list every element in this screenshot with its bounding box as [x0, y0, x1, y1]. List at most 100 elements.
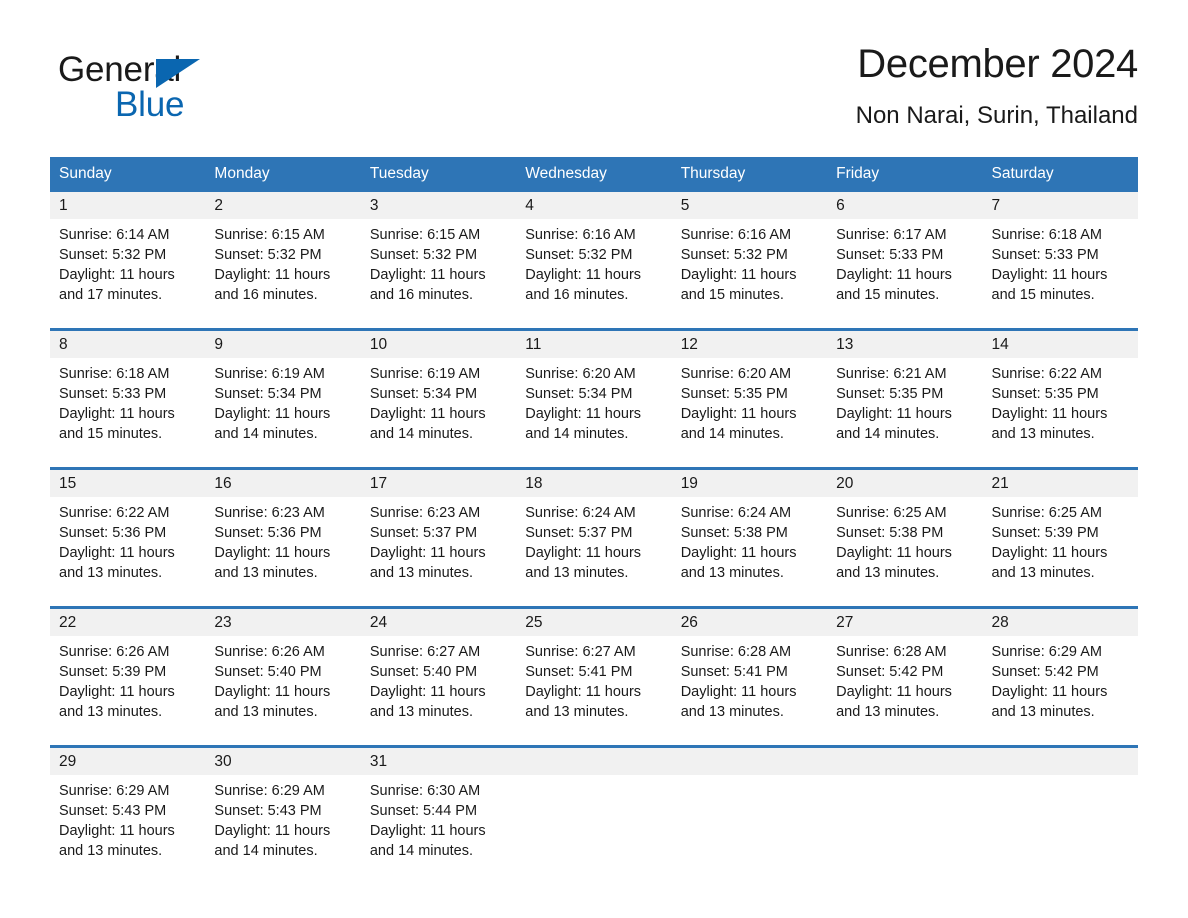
day-cell-number[interactable]: 29 — [50, 748, 206, 775]
day-cell-details[interactable]: Sunrise: 6:23 AM Sunset: 5:36 PM Dayligh… — [205, 497, 361, 606]
daylight-text-line2: and 14 minutes. — [836, 426, 940, 442]
day-cell-details[interactable]: Sunrise: 6:14 AM Sunset: 5:32 PM Dayligh… — [50, 219, 206, 328]
daylight-text-line1: Daylight: 11 hours — [369, 267, 486, 283]
page-subtitle: Non Narai, Surin, Thailand — [855, 102, 1138, 129]
daylight-text-line2: and 13 minutes. — [680, 704, 784, 720]
weekday-header-friday: Friday — [827, 157, 983, 192]
day-cell-details[interactable]: Sunrise: 6:29 AM Sunset: 5:43 PM Dayligh… — [205, 775, 361, 884]
day-cell-details[interactable]: Sunrise: 6:17 AM Sunset: 5:33 PM Dayligh… — [827, 219, 983, 328]
day-cell-number[interactable]: 5 — [671, 192, 828, 219]
day-cell-number[interactable]: 23 — [205, 609, 361, 636]
day-cell-details[interactable]: Sunrise: 6:24 AM Sunset: 5:38 PM Dayligh… — [671, 497, 828, 606]
day-cell-number[interactable]: 27 — [827, 609, 983, 636]
sunset-text: Sunset: 5:39 PM — [59, 664, 167, 680]
day-cell-number[interactable]: 26 — [671, 609, 828, 636]
day-cell-details[interactable]: Sunrise: 6:23 AM Sunset: 5:37 PM Dayligh… — [360, 497, 517, 606]
day-cell-number[interactable]: 17 — [360, 470, 517, 497]
daylight-text-line2: and 13 minutes. — [836, 704, 940, 720]
day-cell-empty — [516, 748, 672, 775]
sunrise-text: Sunrise: 6:24 AM — [525, 505, 636, 521]
day-cell-number[interactable]: 3 — [360, 192, 517, 219]
day-cell-details[interactable]: Sunrise: 6:25 AM Sunset: 5:38 PM Dayligh… — [827, 497, 983, 606]
daylight-text-line1: Daylight: 11 hours — [836, 545, 952, 561]
daylight-text-line2: and 14 minutes. — [214, 843, 318, 859]
day-cell-details[interactable]: Sunrise: 6:28 AM Sunset: 5:42 PM Dayligh… — [827, 636, 983, 745]
day-cell-details[interactable]: Sunrise: 6:18 AM Sunset: 5:33 PM Dayligh… — [50, 358, 206, 467]
day-cell-number[interactable]: 19 — [671, 470, 828, 497]
sunset-text: Sunset: 5:34 PM — [369, 386, 478, 402]
sunset-text: Sunset: 5:34 PM — [525, 386, 633, 402]
day-cell-number[interactable]: 22 — [50, 609, 206, 636]
day-cell-details[interactable]: Sunrise: 6:19 AM Sunset: 5:34 PM Dayligh… — [205, 358, 361, 467]
day-cell-number[interactable]: 2 — [205, 192, 361, 219]
sunrise-text: Sunrise: 6:20 AM — [680, 366, 792, 382]
daylight-text-line2: and 16 minutes. — [214, 287, 318, 303]
daylight-text-line1: Daylight: 11 hours — [214, 406, 331, 422]
day-cell-number[interactable]: 24 — [360, 609, 517, 636]
day-cell-details[interactable]: Sunrise: 6:29 AM Sunset: 5:42 PM Dayligh… — [982, 636, 1138, 745]
daylight-text-line2: and 13 minutes. — [836, 565, 940, 581]
day-cell-details[interactable]: Sunrise: 6:16 AM Sunset: 5:32 PM Dayligh… — [516, 219, 672, 328]
page-header: General Blue December 2024 Non Narai, Su… — [50, 40, 1138, 150]
day-cell-number[interactable]: 12 — [671, 331, 828, 358]
day-cell-details[interactable]: Sunrise: 6:28 AM Sunset: 5:41 PM Dayligh… — [671, 636, 828, 745]
day-cell-empty — [671, 748, 828, 775]
sunrise-text: Sunrise: 6:24 AM — [680, 505, 792, 521]
day-cell-number[interactable]: 15 — [50, 470, 206, 497]
day-cell-number[interactable]: 31 — [360, 748, 517, 775]
sunrise-text: Sunrise: 6:23 AM — [369, 505, 481, 521]
daylight-text-line2: and 15 minutes. — [991, 287, 1095, 303]
day-cell-details[interactable]: Sunrise: 6:19 AM Sunset: 5:34 PM Dayligh… — [360, 358, 517, 467]
day-cell-number[interactable]: 7 — [982, 192, 1138, 219]
day-cell-details[interactable]: Sunrise: 6:18 AM Sunset: 5:33 PM Dayligh… — [982, 219, 1138, 328]
day-cell-number[interactable]: 21 — [982, 470, 1138, 497]
day-cell-number[interactable]: 10 — [360, 331, 517, 358]
day-cell-number[interactable]: 30 — [205, 748, 361, 775]
calendar-grid: Sunday Monday Tuesday Wednesday Thursday… — [50, 157, 1138, 884]
day-cell-number[interactable]: 8 — [50, 331, 206, 358]
page-title: December 2024 — [857, 42, 1138, 86]
day-cell-details[interactable]: Sunrise: 6:20 AM Sunset: 5:35 PM Dayligh… — [671, 358, 828, 467]
day-cell-details[interactable]: Sunrise: 6:25 AM Sunset: 5:39 PM Dayligh… — [982, 497, 1138, 606]
day-cell-details[interactable]: Sunrise: 6:15 AM Sunset: 5:32 PM Dayligh… — [360, 219, 517, 328]
day-cell-number[interactable]: 13 — [827, 331, 983, 358]
day-cell-details[interactable]: Sunrise: 6:26 AM Sunset: 5:40 PM Dayligh… — [205, 636, 361, 745]
day-cell-details[interactable]: Sunrise: 6:22 AM Sunset: 5:35 PM Dayligh… — [982, 358, 1138, 467]
day-cell-number[interactable]: 16 — [205, 470, 361, 497]
daylight-text-line2: and 13 minutes. — [991, 426, 1095, 442]
sunrise-text: Sunrise: 6:16 AM — [525, 227, 636, 243]
week-5-daynumbers: 29 30 31 — [50, 748, 1138, 775]
day-cell-number[interactable]: 6 — [827, 192, 983, 219]
day-cell-number[interactable]: 18 — [516, 470, 672, 497]
daylight-text-line1: Daylight: 11 hours — [214, 267, 331, 283]
day-cell-number[interactable]: 28 — [982, 609, 1138, 636]
day-cell-details[interactable]: Sunrise: 6:15 AM Sunset: 5:32 PM Dayligh… — [205, 219, 361, 328]
sunset-text: Sunset: 5:39 PM — [991, 525, 1099, 541]
week-1-daynumbers: 1 2 3 4 5 6 7 — [50, 192, 1138, 219]
day-cell-number[interactable]: 20 — [827, 470, 983, 497]
sunrise-text: Sunrise: 6:21 AM — [836, 366, 947, 382]
day-cell-number[interactable]: 25 — [516, 609, 672, 636]
weekday-header-saturday: Saturday — [982, 157, 1138, 192]
day-cell-number[interactable]: 14 — [982, 331, 1138, 358]
day-cell-number[interactable]: 9 — [205, 331, 361, 358]
day-cell-details[interactable]: Sunrise: 6:16 AM Sunset: 5:32 PM Dayligh… — [671, 219, 828, 328]
day-cell-details[interactable]: Sunrise: 6:26 AM Sunset: 5:39 PM Dayligh… — [50, 636, 206, 745]
day-cell-details[interactable]: Sunrise: 6:30 AM Sunset: 5:44 PM Dayligh… — [360, 775, 517, 884]
day-cell-details[interactable]: Sunrise: 6:29 AM Sunset: 5:43 PM Dayligh… — [50, 775, 206, 884]
day-cell-number[interactable]: 1 — [50, 192, 206, 219]
day-cell-number[interactable]: 4 — [516, 192, 672, 219]
daylight-text-line1: Daylight: 11 hours — [525, 267, 642, 283]
daylight-text-line2: and 13 minutes. — [680, 565, 784, 581]
sunset-text: Sunset: 5:43 PM — [59, 803, 167, 819]
day-cell-details[interactable]: Sunrise: 6:27 AM Sunset: 5:40 PM Dayligh… — [360, 636, 517, 745]
day-cell-details[interactable]: Sunrise: 6:20 AM Sunset: 5:34 PM Dayligh… — [516, 358, 672, 467]
daylight-text-line2: and 13 minutes. — [369, 565, 474, 581]
day-cell-details[interactable]: Sunrise: 6:21 AM Sunset: 5:35 PM Dayligh… — [827, 358, 983, 467]
daylight-text-line2: and 13 minutes. — [525, 704, 629, 720]
day-cell-details[interactable]: Sunrise: 6:24 AM Sunset: 5:37 PM Dayligh… — [516, 497, 672, 606]
sunset-text: Sunset: 5:43 PM — [214, 803, 322, 819]
day-cell-details[interactable]: Sunrise: 6:27 AM Sunset: 5:41 PM Dayligh… — [516, 636, 672, 745]
day-cell-details[interactable]: Sunrise: 6:22 AM Sunset: 5:36 PM Dayligh… — [50, 497, 206, 606]
day-cell-number[interactable]: 11 — [516, 331, 672, 358]
